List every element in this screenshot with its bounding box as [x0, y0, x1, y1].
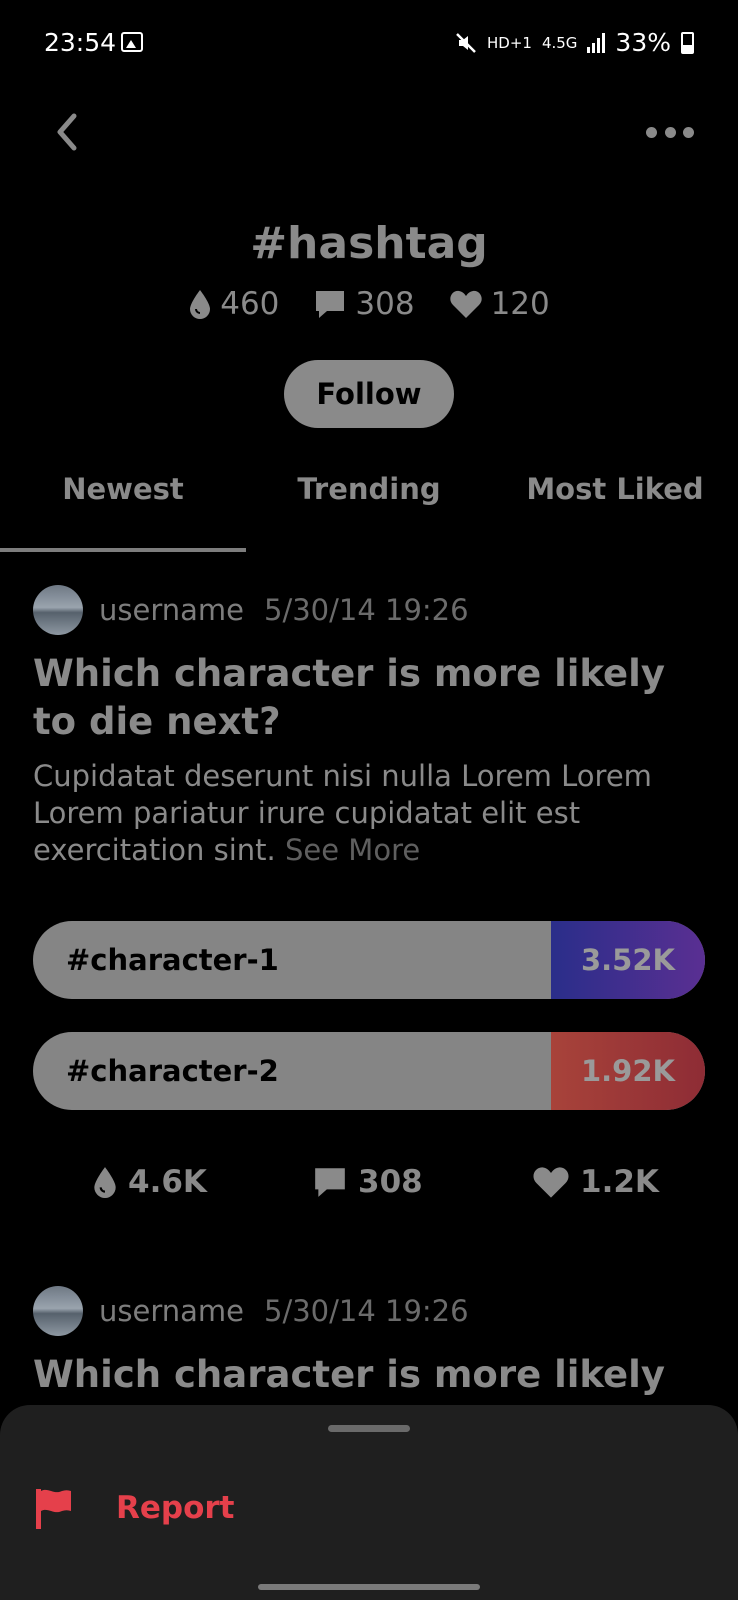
tab-bar: Newest Trending Most Liked	[0, 472, 738, 552]
mute-icon	[456, 32, 476, 53]
drop-icon	[190, 290, 211, 319]
drops-count: 460	[220, 286, 280, 322]
poll-option-votes: 3.52K	[551, 921, 705, 999]
heart-icon	[533, 1167, 569, 1198]
post-header: username 5/30/14 19:26	[33, 1285, 705, 1337]
report-button[interactable]: Report	[34, 1487, 235, 1529]
post-actions: 4.6K 308 1.2K	[0, 1164, 738, 1212]
poll-option-label: #character-1	[66, 943, 279, 977]
poll-option-label: #character-2	[66, 1054, 279, 1088]
post-date: 5/30/14 19:26	[264, 1294, 469, 1328]
drop-icon	[94, 1167, 116, 1198]
comment-icon	[316, 291, 345, 318]
tab-trending[interactable]: Trending	[246, 472, 492, 506]
active-tab-indicator	[0, 548, 246, 552]
comments-stat: 308	[313, 286, 415, 322]
comment-icon	[315, 1168, 345, 1197]
drop-count: 4.6K	[128, 1164, 207, 1200]
flag-icon	[36, 1489, 71, 1529]
tab-newest[interactable]: Newest	[0, 472, 246, 506]
image-notification-icon	[121, 32, 143, 52]
hashtag-stats: 460 308 120	[0, 286, 738, 322]
comment-action[interactable]: 308	[312, 1164, 423, 1200]
network-type: HD+1	[486, 33, 532, 52]
post-card[interactable]: username 5/30/14 19:26 Which character i…	[33, 584, 705, 869]
post-body: Cupidatat deserunt nisi nulla Lorem Lore…	[33, 758, 705, 869]
avatar[interactable]	[33, 1286, 83, 1336]
post-username[interactable]: username	[99, 593, 244, 627]
like-action[interactable]: 1.2K	[532, 1164, 659, 1200]
follow-button[interactable]: Follow	[284, 360, 454, 428]
drop-action[interactable]: 4.6K	[92, 1164, 207, 1200]
poll-option-votes: 1.92K	[551, 1032, 705, 1110]
battery-icon	[681, 31, 694, 54]
likes-count: 120	[490, 286, 550, 322]
status-time: 23:54	[44, 28, 117, 57]
post-date: 5/30/14 19:26	[264, 593, 469, 627]
page-title: #hashtag	[250, 218, 488, 269]
sheet-drag-handle[interactable]	[328, 1425, 410, 1432]
comment-count: 308	[358, 1164, 423, 1200]
avatar[interactable]	[33, 585, 83, 635]
signal-icon	[587, 32, 606, 53]
likes-stat: 120	[449, 286, 550, 322]
bottom-sheet: Report	[0, 1405, 738, 1600]
gesture-nav-bar[interactable]	[258, 1584, 480, 1590]
status-icons: HD+1 4.5G 33%	[455, 28, 694, 57]
post-header: username 5/30/14 19:26	[33, 584, 705, 636]
heart-icon	[449, 290, 482, 318]
see-more-link[interactable]: See More	[285, 833, 420, 867]
post-title: Which character is more likely to die ne…	[33, 652, 665, 743]
poll-option-2[interactable]: #character-2 1.92K	[33, 1032, 705, 1110]
poll-option-1[interactable]: #character-1 3.52K	[33, 921, 705, 999]
status-bar: 23:54 HD+1 4.5G 33%	[0, 0, 738, 88]
report-label: Report	[116, 1490, 235, 1526]
comments-count: 308	[355, 286, 415, 322]
drops-stat: 460	[188, 286, 279, 322]
tab-most-liked[interactable]: Most Liked	[492, 472, 738, 506]
post-username[interactable]: username	[99, 1294, 244, 1328]
more-options-icon[interactable]	[646, 118, 694, 146]
battery-percent: 33%	[615, 28, 671, 57]
back-arrow-icon[interactable]	[48, 110, 88, 154]
signal-type: 4.5G	[541, 33, 578, 52]
like-count: 1.2K	[580, 1164, 659, 1200]
